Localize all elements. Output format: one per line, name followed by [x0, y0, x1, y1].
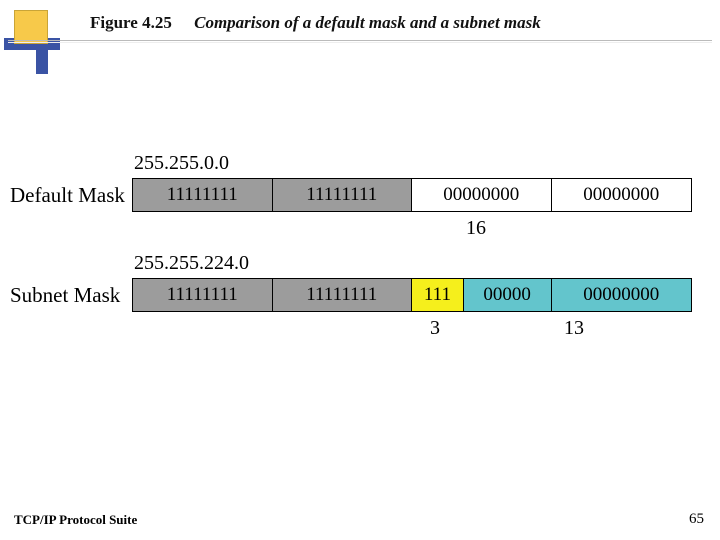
subnet-mask-host-bits: 13: [564, 317, 584, 340]
subnet-mask-dotted: 255.255.224.0: [134, 252, 249, 275]
default-mask-seg-1: 11111111: [273, 179, 413, 211]
subnet-mask-seg-0: 11111111: [133, 279, 273, 311]
figure-caption: Comparison of a default mask and a subne…: [194, 13, 541, 32]
subnet-mask-seg-1: 11111111: [273, 279, 413, 311]
default-mask-seg-0: 11111111: [133, 179, 273, 211]
header-rule: [8, 40, 712, 41]
header-rule-shadow: [8, 42, 712, 43]
subnet-mask-box: 11111111 11111111 111 00000 00000000: [132, 278, 692, 312]
subnet-mask-seg-2: 111: [412, 279, 464, 311]
corner-decoration: [4, 4, 84, 84]
default-mask-host-bits: 16: [466, 217, 486, 240]
decoration-square: [14, 10, 48, 44]
subnet-mask-label: Subnet Mask: [10, 283, 120, 308]
slide: Figure 4.25 Comparison of a default mask…: [0, 0, 720, 540]
figure-number: Figure 4.25: [90, 13, 172, 32]
default-mask-seg-3: 00000000: [552, 179, 692, 211]
default-mask-box: 11111111 11111111 00000000 00000000: [132, 178, 692, 212]
subnet-mask-subnet-bits: 3: [430, 317, 440, 340]
default-mask-label: Default Mask: [10, 183, 125, 208]
figure-header: Figure 4.25 Comparison of a default mask…: [90, 13, 541, 33]
subnet-mask-seg-4: 00000000: [552, 279, 692, 311]
subnet-mask-seg-3: 00000: [464, 279, 552, 311]
default-mask-seg-2: 00000000: [412, 179, 552, 211]
page-number: 65: [689, 511, 704, 528]
footer-title: TCP/IP Protocol Suite: [14, 512, 137, 528]
default-mask-dotted: 255.255.0.0: [134, 152, 229, 175]
